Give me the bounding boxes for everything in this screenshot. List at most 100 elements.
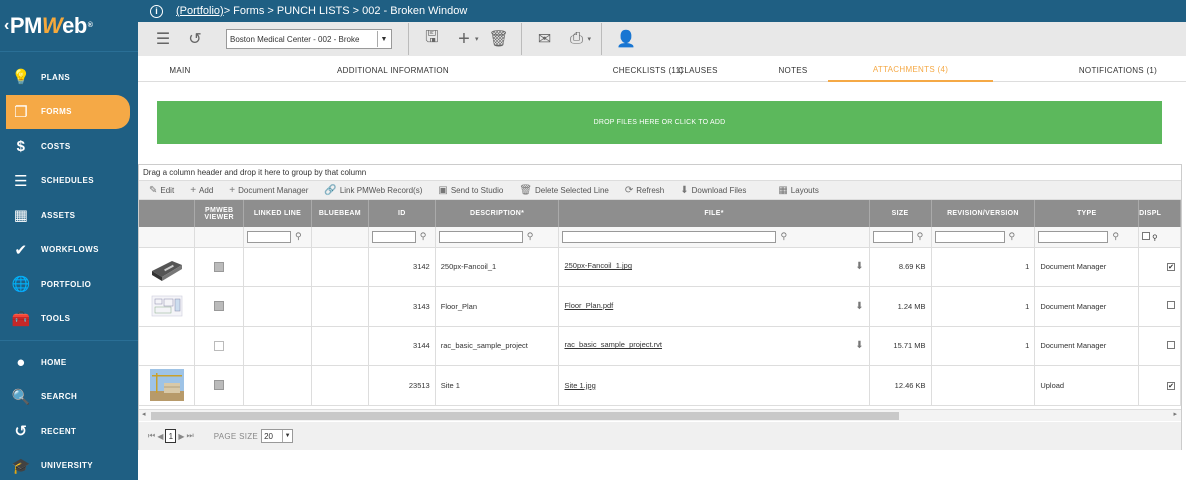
grid-action-add[interactable]: +Add — [190, 185, 213, 196]
info-icon[interactable]: i — [150, 5, 163, 18]
sidebar-item-portfolio[interactable]: 🌐PORTFOLIO — [0, 267, 138, 302]
sidebar-item-workflows[interactable]: ✔WORKFLOWS — [0, 233, 138, 268]
thumbnail-cell[interactable] — [139, 247, 195, 287]
grid-action-download-files[interactable]: ⬇Download Files — [680, 185, 746, 196]
filter-icon[interactable]: ⚲ — [780, 231, 787, 242]
column-header[interactable]: SIZE — [869, 200, 931, 227]
sidebar-item-search[interactable]: 🔍SEARCH — [0, 380, 138, 415]
column-header[interactable]: LINKED LINE — [244, 200, 312, 227]
column-header[interactable]: DESCRIPTION* — [435, 200, 559, 227]
pmweb-logo[interactable]: ‹PMWeb® — [0, 0, 138, 52]
last-page-icon[interactable]: ⏭ — [187, 431, 194, 441]
filter-checkbox[interactable] — [1142, 232, 1150, 240]
pmweb-viewer-cell[interactable] — [195, 247, 244, 287]
thumbnail-cell[interactable] — [139, 366, 195, 406]
filter-input[interactable] — [873, 231, 913, 243]
sidebar-item-costs[interactable]: $COSTS — [0, 129, 138, 164]
grid-action-document-manager[interactable]: +Document Manager — [229, 185, 308, 196]
column-header[interactable]: PMWEB VIEWER — [195, 200, 244, 227]
add-dropdown-icon[interactable]: ▾ — [475, 35, 479, 43]
download-icon[interactable]: ⬇ — [855, 261, 863, 272]
grid-action-send-to-studio[interactable]: ▣Send to Studio — [438, 185, 503, 196]
prev-page-icon[interactable]: ◀ — [157, 432, 163, 441]
sidebar-item-assets[interactable]: ▦ASSETS — [0, 198, 138, 233]
filter-icon[interactable]: ⚲ — [527, 231, 534, 242]
grid-action-edit[interactable]: ✎Edit — [149, 185, 174, 196]
tab-notifications[interactable]: NOTIFICATIONS (1) — [1018, 58, 1186, 82]
history-icon[interactable]: ↺ — [186, 29, 204, 49]
print-dropdown-icon[interactable]: ▾ — [588, 35, 592, 43]
horizontal-scrollbar[interactable]: ◂ ▸ — [139, 409, 1181, 421]
file-link[interactable]: Site 1.jpg — [564, 381, 595, 390]
viewer-icon[interactable] — [214, 262, 224, 272]
column-header[interactable]: FILE* — [559, 200, 869, 227]
add-icon[interactable]: + — [455, 28, 473, 51]
table-row[interactable]: 3142250px-Fancoil_1250px-Fancoil_1.jpg⬇8… — [139, 247, 1181, 287]
download-icon[interactable]: ⬇ — [855, 301, 863, 312]
filter-icon[interactable]: ⚲ — [1009, 231, 1016, 242]
download-icon[interactable]: ⬇ — [855, 340, 863, 351]
thumbnail-cell[interactable] — [139, 326, 195, 366]
column-header[interactable]: DISPL — [1139, 200, 1181, 227]
grid-action-delete-selected-line[interactable]: 🗑Delete Selected Line — [519, 185, 609, 196]
filter-input[interactable] — [439, 231, 523, 243]
filter-icon[interactable]: ⚲ — [420, 231, 427, 242]
group-by-area[interactable]: Drag a column header and drop it here to… — [139, 165, 1181, 181]
pmweb-viewer-cell[interactable] — [195, 326, 244, 366]
display-checkbox[interactable]: ✔ — [1167, 263, 1175, 271]
file-link[interactable]: Floor_Plan.pdf — [564, 301, 613, 310]
record-select[interactable]: Boston Medical Center - 002 - Broke ▼ — [226, 29, 392, 49]
file-thumbnail[interactable] — [139, 369, 194, 401]
scrollbar-thumb[interactable] — [151, 412, 899, 420]
filter-input[interactable] — [1038, 231, 1108, 243]
scroll-left-icon[interactable]: ◂ — [142, 410, 146, 418]
file-thumbnail[interactable] — [139, 251, 194, 283]
filter-input[interactable] — [372, 231, 416, 243]
display-checkbox[interactable] — [1167, 301, 1175, 309]
filter-icon[interactable]: ⚲ — [1112, 231, 1119, 242]
column-header[interactable]: REVISION/VERSION — [931, 200, 1035, 227]
viewer-icon[interactable] — [214, 301, 224, 311]
table-row[interactable]: 3143Floor_PlanFloor_Plan.pdf⬇1.24 MB1Doc… — [139, 287, 1181, 327]
file-dropzone[interactable]: DROP FILES HERE OR CLICK TO ADD — [157, 101, 1162, 144]
file-link[interactable]: 250px-Fancoil_1.jpg — [564, 261, 632, 270]
display-checkbox[interactable] — [1167, 341, 1175, 349]
grid-action-refresh[interactable]: ⟳Refresh — [625, 185, 664, 196]
delete-icon[interactable]: 🗑 — [489, 29, 507, 49]
column-header[interactable]: ID — [368, 200, 435, 227]
viewer-icon[interactable] — [214, 380, 224, 390]
filter-input[interactable] — [935, 231, 1005, 243]
column-header[interactable]: BLUEBEAM — [311, 200, 368, 227]
page-size-select[interactable]: 20 ▼ — [261, 429, 293, 443]
filter-icon[interactable]: ⚲ — [1152, 233, 1158, 242]
display-checkbox[interactable]: ✔ — [1167, 382, 1175, 390]
filter-icon[interactable]: ⚲ — [295, 231, 302, 242]
tab-main[interactable]: MAIN — [150, 58, 210, 82]
sidebar-item-university[interactable]: 🎓UNIVERSITY — [0, 449, 138, 483]
list-icon[interactable]: ☰ — [154, 29, 172, 49]
grid-action-link-pmweb-record-s[interactable]: 🔗Link PMWeb Record(s) — [324, 185, 422, 196]
next-page-icon[interactable]: ▶ — [178, 432, 184, 441]
page-number[interactable]: 1 — [165, 429, 176, 443]
filter-input[interactable] — [247, 231, 291, 243]
breadcrumb-portfolio-link[interactable]: (Portfolio) — [176, 5, 224, 17]
save-icon[interactable]: 🖫 — [423, 26, 441, 53]
filter-icon[interactable]: ⚲ — [917, 231, 924, 242]
tab-attachments[interactable]: ATTACHMENTS (4) — [828, 58, 993, 82]
table-row[interactable]: 3144rac_basic_sample_projectrac_basic_sa… — [139, 326, 1181, 366]
chevron-down-icon[interactable]: ▼ — [377, 31, 390, 47]
user-icon[interactable]: 👤 — [616, 29, 634, 49]
table-row[interactable]: 23513Site 1Site 1.jpg12.46 KBUpload✔ — [139, 366, 1181, 406]
pmweb-viewer-cell[interactable] — [195, 287, 244, 327]
filter-input[interactable] — [562, 231, 776, 243]
viewer-icon[interactable] — [214, 341, 224, 351]
column-header[interactable]: TYPE — [1035, 200, 1139, 227]
file-thumbnail[interactable] — [139, 290, 194, 322]
print-icon[interactable]: ⎙ — [568, 30, 586, 48]
email-icon[interactable]: ✉ — [536, 29, 554, 49]
file-link[interactable]: rac_basic_sample_project.rvt — [564, 340, 662, 349]
sidebar-item-tools[interactable]: 🧰TOOLS — [0, 302, 138, 337]
sidebar-item-schedules[interactable]: ☰SCHEDULES — [0, 164, 138, 199]
sidebar-item-plans[interactable]: 💡PLANS — [0, 60, 138, 95]
sidebar-item-home[interactable]: ●HOME — [0, 345, 138, 380]
